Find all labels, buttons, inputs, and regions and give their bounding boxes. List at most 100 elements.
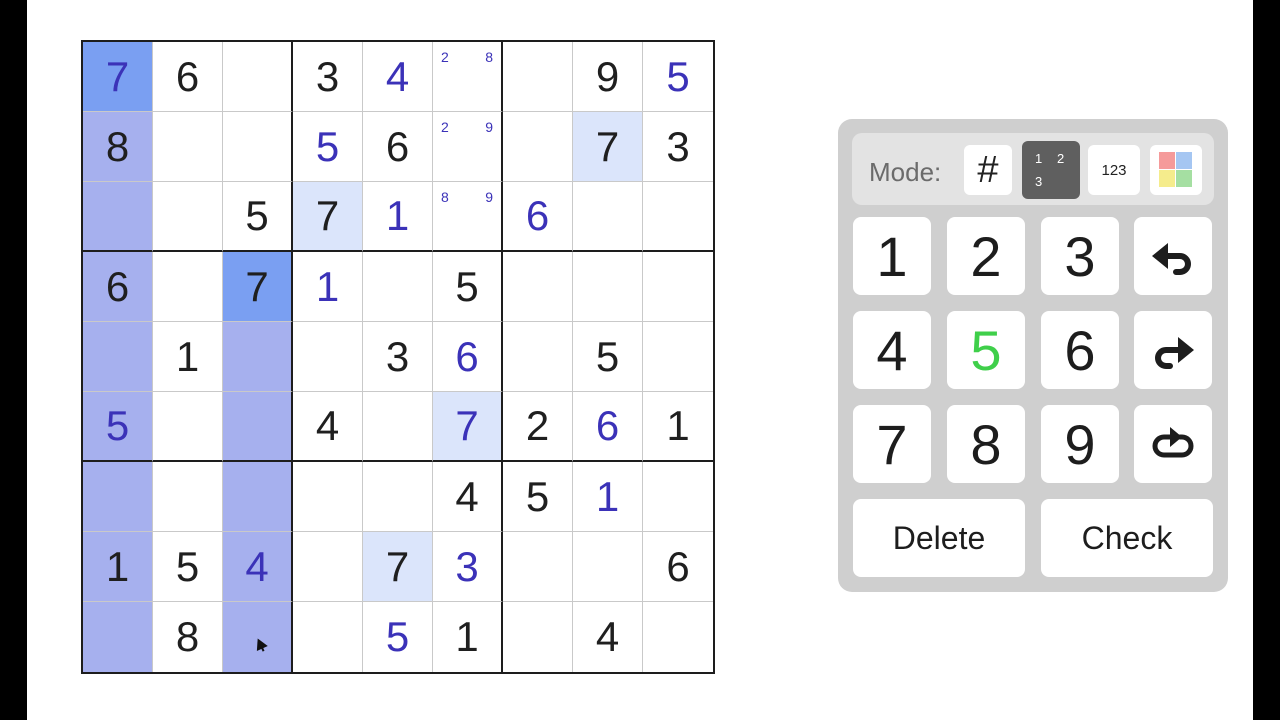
sudoku-cell[interactable] — [363, 252, 433, 322]
sudoku-cell[interactable] — [503, 532, 573, 602]
sudoku-cell[interactable]: 6 — [153, 42, 223, 112]
sudoku-cell[interactable]: 1 — [363, 182, 433, 252]
sudoku-cell[interactable] — [83, 602, 153, 672]
undo-button[interactable] — [1134, 217, 1212, 295]
sudoku-cell[interactable]: 6 — [643, 532, 713, 602]
mode-color-button[interactable] — [1150, 145, 1202, 195]
sudoku-cell[interactable] — [643, 182, 713, 252]
sudoku-cell[interactable] — [293, 602, 363, 672]
sudoku-cell[interactable] — [153, 112, 223, 182]
sudoku-cell[interactable]: 7 — [433, 392, 503, 462]
sudoku-cell[interactable]: 5 — [223, 182, 293, 252]
sudoku-cell[interactable]: 1 — [643, 392, 713, 462]
sudoku-cell[interactable]: 1 — [573, 462, 643, 532]
sudoku-cell[interactable]: 7 — [223, 252, 293, 322]
sudoku-cell[interactable]: 1 — [433, 602, 503, 672]
sudoku-cell[interactable] — [223, 392, 293, 462]
sudoku-cell[interactable]: 3 — [293, 42, 363, 112]
sudoku-cell[interactable]: 5 — [433, 252, 503, 322]
restart-button[interactable] — [1134, 405, 1212, 483]
sudoku-cell[interactable]: 3 — [363, 322, 433, 392]
sudoku-cell[interactable] — [293, 322, 363, 392]
mode-candidates-button[interactable]: 123 — [1088, 145, 1140, 195]
sudoku-cell[interactable] — [503, 602, 573, 672]
sudoku-cell[interactable] — [363, 462, 433, 532]
sudoku-cell[interactable] — [83, 462, 153, 532]
sudoku-cell[interactable]: 2 — [503, 392, 573, 462]
sudoku-cell[interactable]: 7 — [573, 112, 643, 182]
sudoku-cell[interactable]: 1 — [83, 532, 153, 602]
sudoku-cell[interactable] — [153, 462, 223, 532]
sudoku-cell[interactable]: 6 — [83, 252, 153, 322]
sudoku-cell[interactable]: 4 — [573, 602, 643, 672]
number-key-2[interactable]: 2 — [947, 217, 1025, 295]
sudoku-cell[interactable] — [643, 322, 713, 392]
sudoku-cell[interactable] — [573, 532, 643, 602]
sudoku-cell[interactable]: 7 — [83, 42, 153, 112]
sudoku-cell[interactable] — [153, 392, 223, 462]
sudoku-cell[interactable] — [223, 322, 293, 392]
number-key-7[interactable]: 7 — [853, 405, 931, 483]
sudoku-cell[interactable]: 4 — [433, 462, 503, 532]
check-button[interactable]: Check — [1041, 499, 1213, 577]
sudoku-cell[interactable]: 5 — [293, 112, 363, 182]
sudoku-cell[interactable] — [293, 532, 363, 602]
sudoku-cell[interactable] — [223, 112, 293, 182]
sudoku-cell[interactable]: 7 — [363, 532, 433, 602]
sudoku-cell[interactable]: 5 — [153, 532, 223, 602]
sudoku-cell[interactable] — [643, 462, 713, 532]
number-key-5[interactable]: 5 — [947, 311, 1025, 389]
cell-value: 4 — [315, 402, 340, 449]
sudoku-cell[interactable]: 6 — [363, 112, 433, 182]
number-key-9[interactable]: 9 — [1041, 405, 1119, 483]
sudoku-cell[interactable]: 5 — [503, 462, 573, 532]
redo-button[interactable] — [1134, 311, 1212, 389]
sudoku-cell[interactable]: 4 — [363, 42, 433, 112]
number-key-1[interactable]: 1 — [853, 217, 931, 295]
sudoku-cell[interactable] — [293, 462, 363, 532]
sudoku-cell[interactable] — [363, 392, 433, 462]
sudoku-cell[interactable]: 29 — [433, 112, 503, 182]
number-key-8[interactable]: 8 — [947, 405, 1025, 483]
sudoku-cell[interactable] — [223, 602, 293, 672]
sudoku-cell[interactable]: 1 — [153, 322, 223, 392]
number-key-3[interactable]: 3 — [1041, 217, 1119, 295]
sudoku-cell[interactable]: 5 — [643, 42, 713, 112]
sudoku-cell[interactable]: 8 — [83, 112, 153, 182]
delete-button[interactable]: Delete — [853, 499, 1025, 577]
sudoku-cell[interactable] — [643, 602, 713, 672]
sudoku-cell[interactable]: 3 — [433, 532, 503, 602]
sudoku-cell[interactable]: 6 — [503, 182, 573, 252]
sudoku-cell[interactable]: 5 — [83, 392, 153, 462]
sudoku-cell[interactable] — [503, 112, 573, 182]
sudoku-cell[interactable]: 8 — [153, 602, 223, 672]
sudoku-cell[interactable] — [503, 42, 573, 112]
sudoku-cell[interactable] — [83, 322, 153, 392]
sudoku-cell[interactable]: 9 — [573, 42, 643, 112]
mode-notes-button[interactable]: 1 2 3 — [1022, 141, 1080, 199]
sudoku-cell[interactable]: 6 — [573, 392, 643, 462]
sudoku-cell[interactable] — [83, 182, 153, 252]
sudoku-cell[interactable]: 3 — [643, 112, 713, 182]
sudoku-cell[interactable] — [223, 462, 293, 532]
sudoku-cell[interactable]: 7 — [293, 182, 363, 252]
sudoku-cell[interactable] — [223, 42, 293, 112]
sudoku-cell[interactable] — [503, 322, 573, 392]
sudoku-cell[interactable] — [573, 182, 643, 252]
number-key-4[interactable]: 4 — [853, 311, 931, 389]
sudoku-cell[interactable]: 89 — [433, 182, 503, 252]
sudoku-cell[interactable] — [503, 252, 573, 322]
sudoku-cell[interactable] — [643, 252, 713, 322]
sudoku-cell[interactable] — [153, 182, 223, 252]
sudoku-cell[interactable]: 5 — [363, 602, 433, 672]
sudoku-cell[interactable]: 4 — [293, 392, 363, 462]
sudoku-cell[interactable]: 1 — [293, 252, 363, 322]
number-key-6[interactable]: 6 — [1041, 311, 1119, 389]
sudoku-cell[interactable]: 5 — [573, 322, 643, 392]
sudoku-cell[interactable]: 4 — [223, 532, 293, 602]
sudoku-cell[interactable]: 28 — [433, 42, 503, 112]
sudoku-cell[interactable]: 6 — [433, 322, 503, 392]
sudoku-cell[interactable] — [153, 252, 223, 322]
sudoku-cell[interactable] — [573, 252, 643, 322]
mode-number-button[interactable]: # — [964, 145, 1012, 195]
